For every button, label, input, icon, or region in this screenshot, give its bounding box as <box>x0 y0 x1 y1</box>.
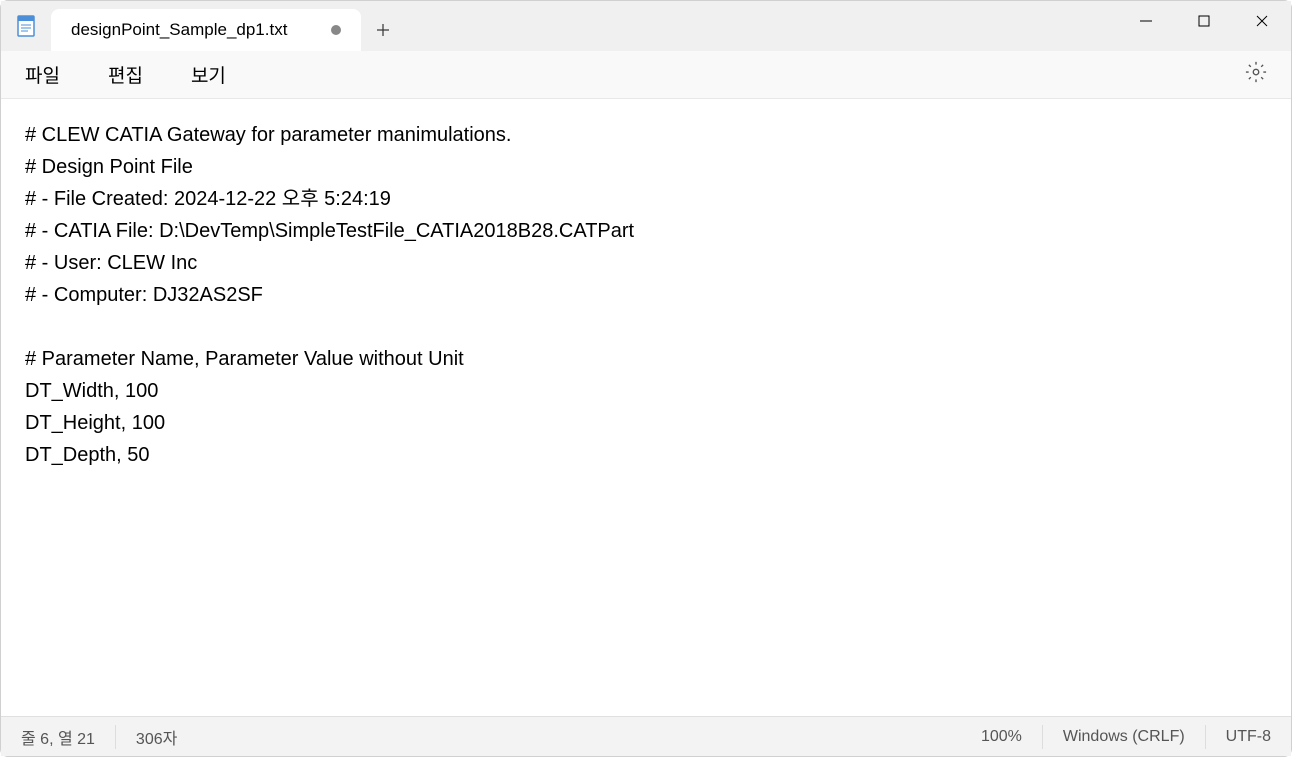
tab-dirty-indicator[interactable] <box>331 25 341 35</box>
statusbar: 줄 6, 열 21 306자 100% Windows (CRLF) UTF-8 <box>1 716 1291 756</box>
gear-icon <box>1245 61 1267 83</box>
menu-edit[interactable]: 편집 <box>84 55 167 94</box>
menu-file[interactable]: 파일 <box>15 55 84 94</box>
close-button[interactable] <box>1233 1 1291 41</box>
tab-title: designPoint_Sample_dp1.txt <box>71 20 319 40</box>
close-icon <box>1255 14 1269 28</box>
new-tab-button[interactable] <box>361 9 405 51</box>
notepad-icon <box>14 14 38 38</box>
maximize-icon <box>1197 14 1211 28</box>
tab-active[interactable]: designPoint_Sample_dp1.txt <box>51 9 361 51</box>
menu-view[interactable]: 보기 <box>167 55 250 94</box>
text-editor[interactable]: # CLEW CATIA Gateway for parameter manim… <box>1 99 1291 716</box>
window-controls <box>1117 1 1291 51</box>
minimize-button[interactable] <box>1117 1 1175 41</box>
status-char-count: 306자 <box>116 725 197 749</box>
menubar: 파일 편집 보기 <box>1 51 1291 99</box>
status-line-ending[interactable]: Windows (CRLF) <box>1043 725 1206 749</box>
settings-button[interactable] <box>1235 55 1277 94</box>
plus-icon <box>375 22 391 38</box>
status-encoding[interactable]: UTF-8 <box>1206 725 1291 749</box>
minimize-icon <box>1139 14 1153 28</box>
titlebar: designPoint_Sample_dp1.txt <box>1 1 1291 51</box>
maximize-button[interactable] <box>1175 1 1233 41</box>
status-zoom[interactable]: 100% <box>961 725 1043 749</box>
app-icon <box>1 1 51 51</box>
status-cursor-position: 줄 6, 열 21 <box>1 725 116 749</box>
